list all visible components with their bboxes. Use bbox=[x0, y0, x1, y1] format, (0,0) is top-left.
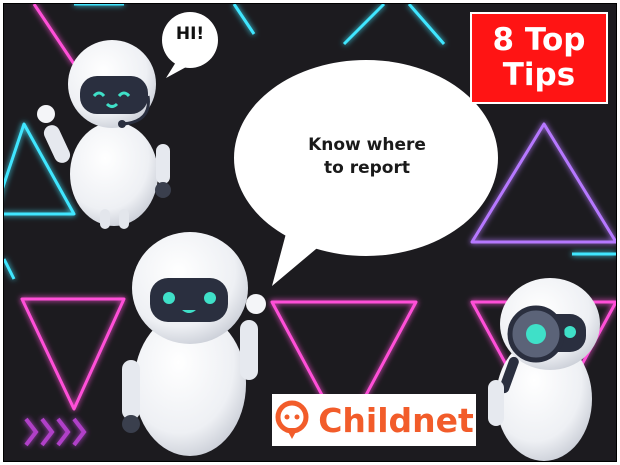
neon-line-4 bbox=[342, 4, 386, 46]
neon-line-3 bbox=[232, 4, 256, 35]
childnet-logo: Childnet bbox=[272, 394, 476, 446]
neon-triangle-left-down bbox=[20, 297, 126, 411]
logo-text: Childnet bbox=[318, 400, 474, 440]
neon-line-7 bbox=[4, 258, 16, 280]
hi-bubble-text: HI! bbox=[175, 24, 205, 44]
speech-line-2: to report bbox=[324, 157, 410, 178]
speech-line-1: Know where bbox=[308, 135, 426, 155]
robot-pointing bbox=[122, 232, 266, 456]
speech-bubble-text: Know where to report bbox=[272, 134, 462, 180]
neon-line-1 bbox=[32, 4, 76, 65]
neon-line-5 bbox=[407, 4, 446, 45]
tips-badge: 8 Top Tips bbox=[470, 12, 608, 104]
neon-triangle-left-up bbox=[4, 122, 76, 216]
badge-line-1: 8 Top bbox=[492, 22, 586, 59]
childnet-speech-icon bbox=[275, 400, 309, 439]
robot-magnifier bbox=[488, 278, 600, 461]
hi-bubble bbox=[162, 12, 218, 78]
badge-line-2: Tips bbox=[502, 57, 576, 93]
robot-waving bbox=[37, 40, 171, 229]
slide: HI! Know where to report 8 Top Tips Chil… bbox=[3, 3, 617, 462]
triple-chevron-icon bbox=[24, 417, 87, 447]
